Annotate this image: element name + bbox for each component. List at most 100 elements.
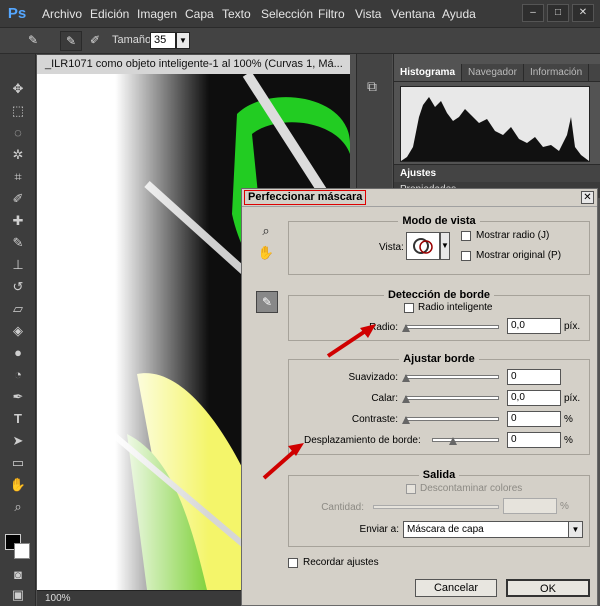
ok-button[interactable]: OK [506,579,590,597]
stamp-tool-icon[interactable]: ⊥ [8,256,28,274]
hand-icon[interactable]: ✋ [256,243,276,263]
healing-brush-icon[interactable]: ✚ [8,212,28,230]
erase-refinements-tool-icon[interactable]: ✐ [84,31,106,51]
tab-histograma[interactable]: Histograma [394,64,463,81]
maximize-button[interactable]: □ [547,4,569,22]
dialog-titlebar[interactable]: Perfeccionar máscara ✕ [242,189,597,207]
menu-ayuda[interactable]: Ayuda [442,0,476,28]
refine-radius-brush-icon[interactable]: ✎ [256,291,278,313]
marquee-tool-icon[interactable]: ⬚ [8,102,28,120]
amount-input[interactable] [503,498,557,514]
view-thumbnail[interactable] [406,232,440,260]
contrast-input[interactable]: 0 [507,411,561,427]
history-panel-icon[interactable]: ⧉ [367,78,377,95]
contrast-label: Contraste: [351,414,398,425]
smart-radius-checkbox[interactable] [404,303,414,313]
quick-mask-icon[interactable]: ◙ [8,566,28,584]
decontaminate-label: Descontaminar colores [420,483,523,494]
tab-informacion[interactable]: Información [524,64,590,81]
smooth-input[interactable]: 0 [507,369,561,385]
histogram-panel-tabs: Histograma Navegador Información [394,64,600,82]
vista-label: Vista: [379,242,404,253]
feather-input[interactable]: 0,0 [507,390,561,406]
size-input[interactable]: 35 [150,32,176,49]
size-dropdown-icon[interactable]: ▼ [176,32,190,49]
remember-settings-checkbox[interactable] [288,558,298,568]
shape-tool-icon[interactable]: ▭ [8,454,28,472]
eraser-tool-icon[interactable]: ▱ [8,300,28,318]
annotation-arrow-shift-edge [262,443,304,480]
dialog-title: Perfeccionar máscara [244,190,367,205]
background-color[interactable] [14,543,30,559]
pen-tool-icon[interactable]: ✒ [8,388,28,406]
decontaminate-checkbox[interactable] [406,484,416,494]
eyedropper-icon[interactable]: ✐ [8,190,28,208]
contrast-slider[interactable] [405,417,499,421]
menu-archivo[interactable]: Archivo [42,0,82,28]
size-label: Tamaño: [112,34,155,46]
path-selection-icon[interactable]: ➤ [8,432,28,450]
blur-tool-icon[interactable]: ● [8,344,28,362]
menu-seleccion[interactable]: Selección [261,0,313,28]
minimize-button[interactable]: – [522,4,544,22]
menu-filtro[interactable]: Filtro [318,0,345,28]
radius-input[interactable]: 0,0 [507,318,561,334]
smooth-slider[interactable] [405,375,499,379]
feather-slider-thumb[interactable] [402,395,410,403]
dialog-close-button[interactable]: ✕ [581,191,594,204]
tab-navegador[interactable]: Navegador [462,64,524,81]
menu-ventana[interactable]: Ventana [391,0,435,28]
zoom-level[interactable]: 100% [45,593,71,604]
adjust-edge-title: Ajustar borde [399,353,479,365]
brush-tool-icon[interactable]: ✎ [8,234,28,252]
menu-vista[interactable]: Vista [355,0,381,28]
zoom-icon[interactable]: ⌕ [256,221,276,241]
feather-label: Calar: [371,393,398,404]
show-radius-checkbox[interactable] [461,231,471,241]
type-tool-icon[interactable]: T [8,410,28,428]
shift-edge-unit: % [564,435,573,446]
dodge-tool-icon[interactable]: ◔ [8,366,28,384]
view-mode-dropdown[interactable]: ▼ [440,232,450,260]
shift-edge-slider[interactable] [432,438,499,442]
document-tab[interactable]: _ILR1071 como objeto inteligente-1 al 10… [37,55,350,74]
menu-imagen[interactable]: Imagen [137,0,177,28]
view-mode-title: Modo de vista [398,215,480,227]
zoom-tool-icon[interactable]: ⌕ [8,498,28,516]
output-to-arrow-icon[interactable]: ▼ [568,522,582,537]
move-tool-icon[interactable]: ✥ [8,80,28,98]
menu-edicion[interactable]: Edición [90,0,129,28]
output-to-select[interactable]: Máscara de capa ▼ [403,521,583,538]
radius-slider[interactable] [405,325,499,329]
brush-preset-icon[interactable]: ✎ [22,31,44,51]
feather-slider[interactable] [405,396,499,400]
show-radius-label: Mostrar radio (J) [476,230,550,241]
screen-mode-icon[interactable]: ▣ [8,586,28,604]
adjustments-panel-header[interactable]: Ajustes [394,164,600,182]
crop-tool-icon[interactable]: ⌗ [8,168,28,186]
output-group: Salida Descontaminar colores Cantidad: %… [288,469,590,547]
cancel-button[interactable]: Cancelar [415,579,497,597]
adjust-edge-group: Ajustar borde Suavizado: 0 Calar: 0,0 pí… [288,353,590,455]
radius-unit: píx. [564,321,581,332]
shift-edge-slider-thumb[interactable] [449,437,457,445]
hand-tool-icon[interactable]: ✋ [8,476,28,494]
smart-radius-label: Radio inteligente [418,302,493,313]
menu-capa[interactable]: Capa [185,0,214,28]
amount-slider[interactable] [373,505,499,509]
close-button[interactable]: ✕ [572,4,594,22]
photoshop-logo: Ps [7,5,27,22]
menu-texto[interactable]: Texto [222,0,251,28]
contrast-slider-thumb[interactable] [402,416,410,424]
paint-bucket-icon[interactable]: ◈ [8,322,28,340]
radius-slider-thumb[interactable] [402,324,410,332]
view-mode-group: Modo de vista Vista: ▼ Mostrar radio (J)… [288,215,590,275]
refine-radius-tool-icon[interactable]: ✎ [60,31,82,51]
shift-edge-input[interactable]: 0 [507,432,561,448]
show-original-checkbox[interactable] [461,251,471,261]
color-swatches[interactable] [5,534,31,560]
history-brush-icon[interactable]: ↺ [8,278,28,296]
magic-wand-icon[interactable]: ✲ [8,146,28,164]
lasso-tool-icon[interactable]: ◌ [8,124,28,142]
smooth-slider-thumb[interactable] [402,374,410,382]
